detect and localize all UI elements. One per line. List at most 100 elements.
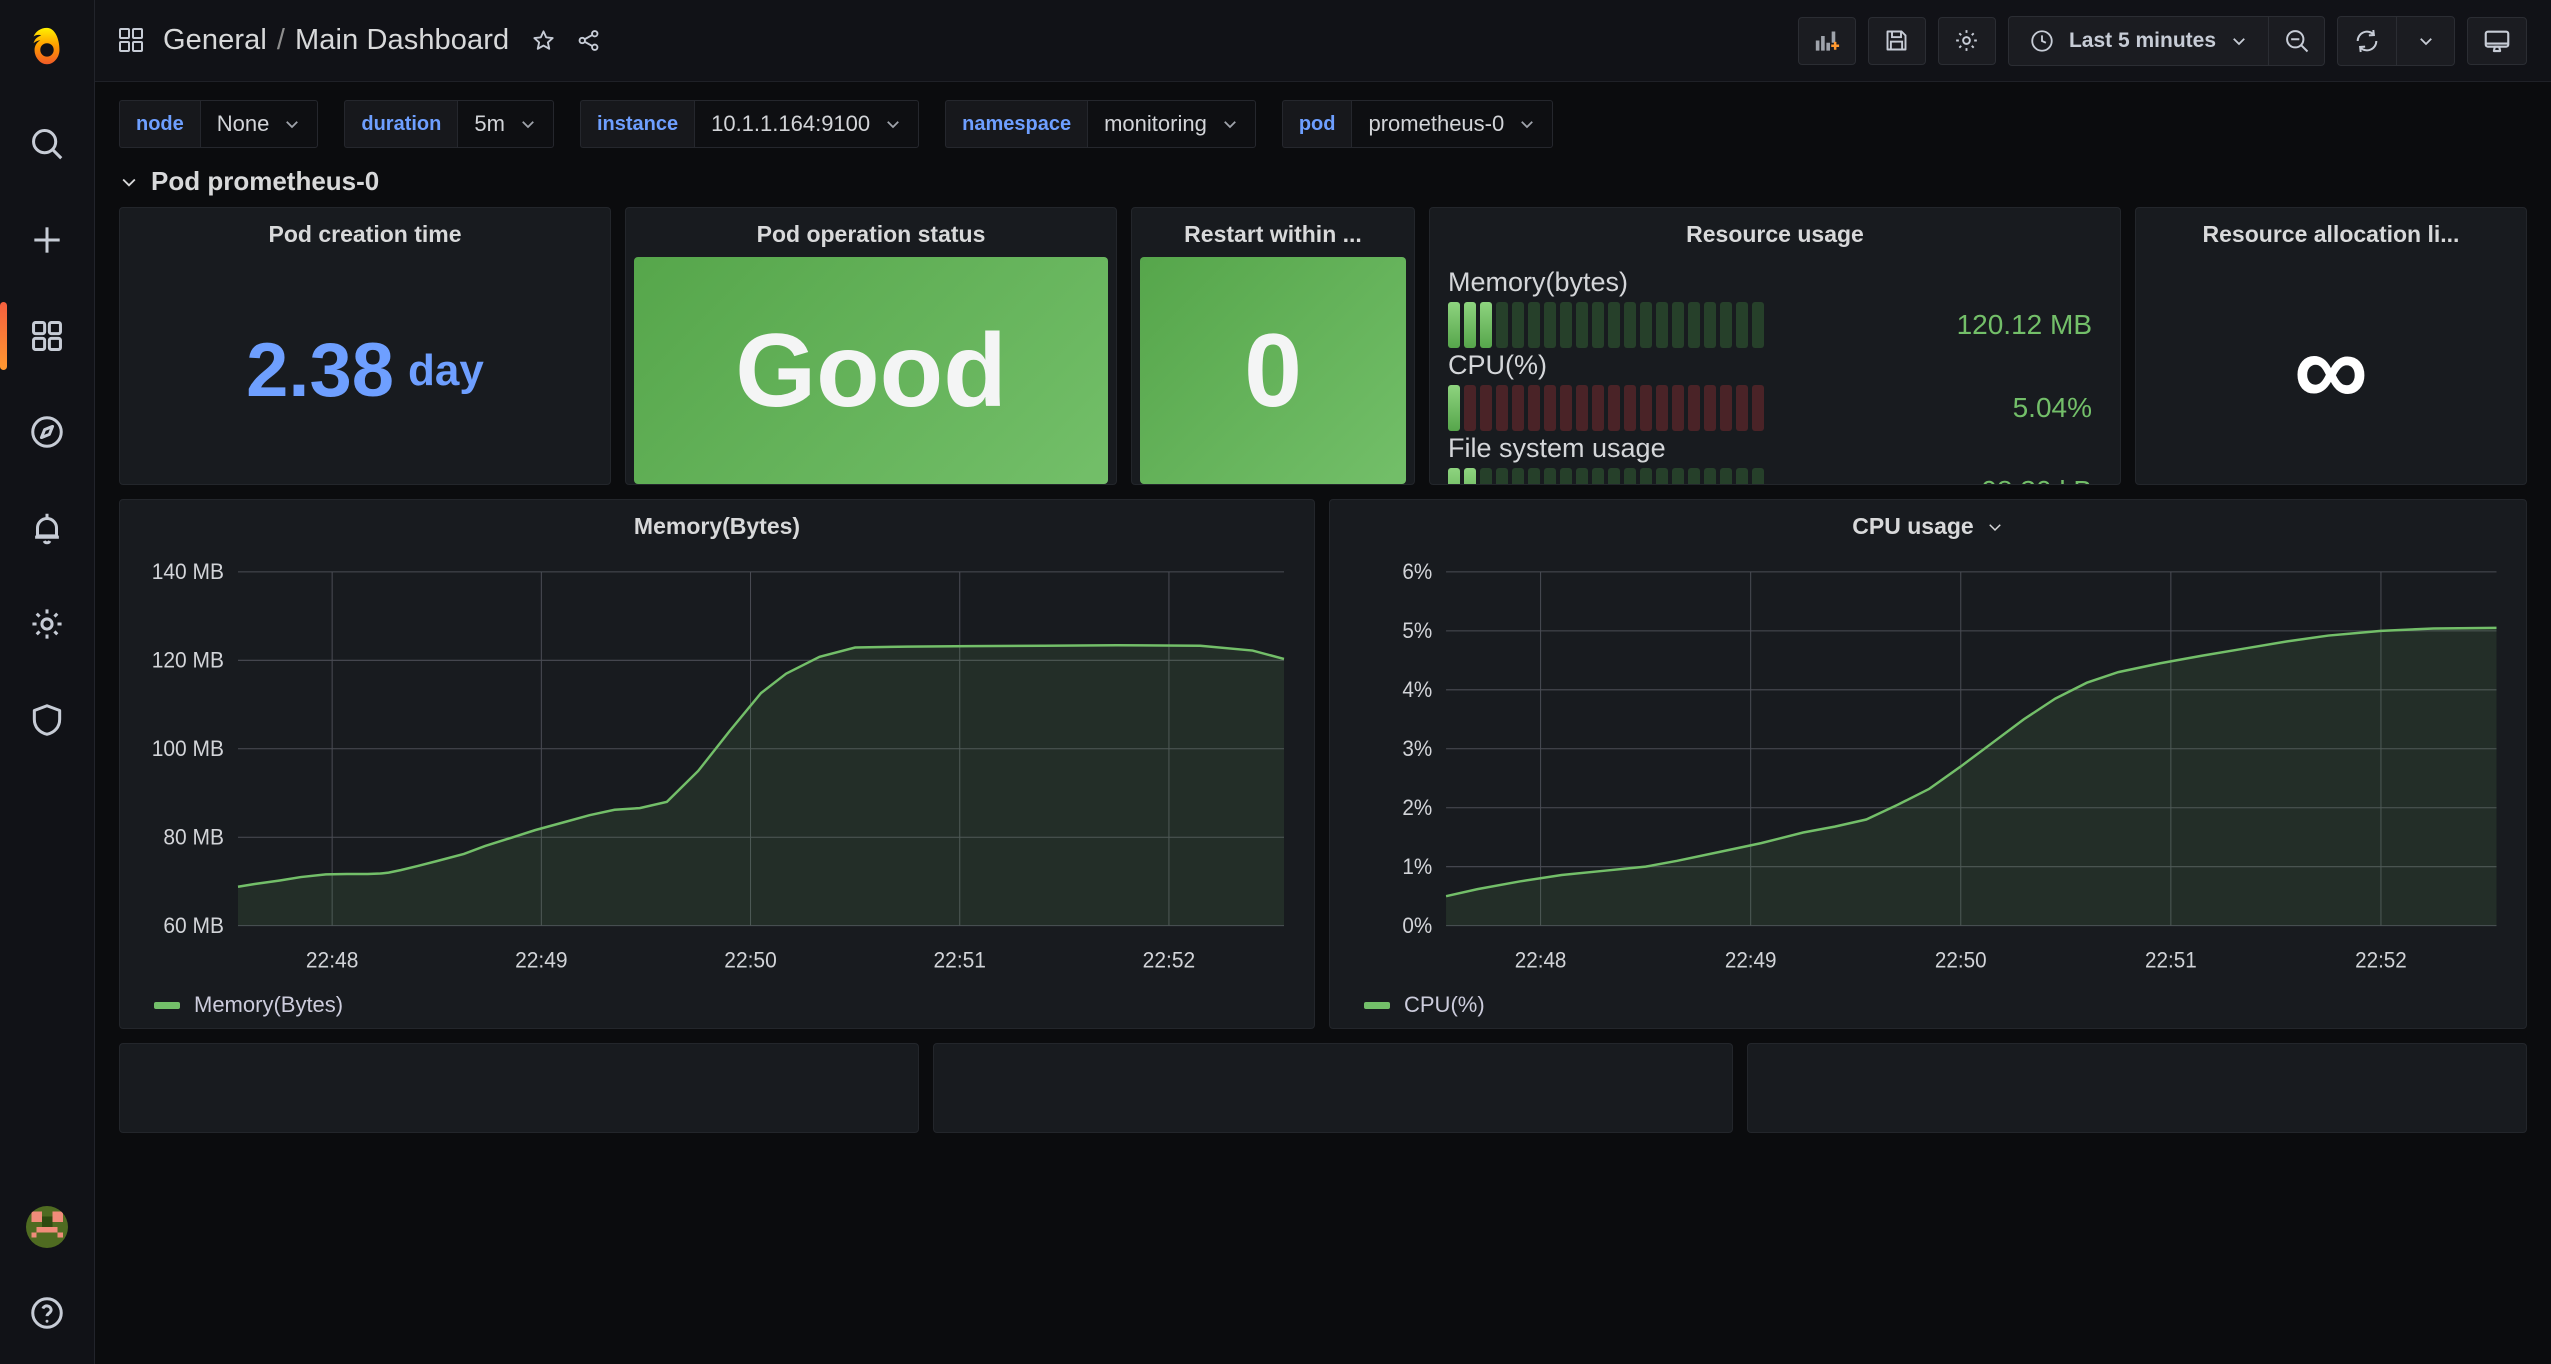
bar-gauge-cell (1624, 468, 1636, 484)
sidebar-item-server-admin[interactable] (0, 672, 95, 768)
sidebar-item-search[interactable] (0, 96, 95, 192)
bar-gauge-cell (1480, 385, 1492, 431)
row-title: Pod prometheus-0 (151, 166, 380, 196)
panel-resource-usage[interactable]: Resource usage Memory(bytes) 120.12 MB C… (1429, 207, 2121, 485)
variable-value-dropdown[interactable]: prometheus-0 (1351, 100, 1554, 148)
bar-gauge-cell (1512, 468, 1524, 484)
x-axis-tick-label: 22:48 (1515, 948, 1567, 973)
panel-memory-bytes[interactable]: Memory(Bytes) 60 MB 80 MB 100 MB 120 MB 140 … (119, 499, 1315, 1029)
compass-icon (31, 416, 63, 448)
plus-icon (34, 227, 60, 253)
legend-color-swatch (1364, 1001, 1390, 1009)
variable-value-dropdown[interactable]: 5m (457, 100, 554, 148)
bar-gauge-list: Memory(bytes) 120.12 MB CPU(%) 5.04% Fil… (1430, 257, 2120, 484)
bar-gauge-cell (1656, 468, 1668, 484)
dashboard-settings-button[interactable] (1937, 16, 1996, 65)
bar-gauge-cell (1512, 302, 1524, 348)
save-dashboard-button[interactable] (1867, 16, 1926, 65)
clock-icon (2031, 29, 2053, 52)
kiosk-mode-button[interactable] (2467, 16, 2527, 65)
chevron-down-icon (1521, 121, 1534, 129)
sidebar-item-create[interactable] (0, 192, 95, 288)
variable-value-dropdown[interactable]: monitoring (1087, 100, 1256, 148)
x-axis-tick-label: 22:51 (2145, 948, 2197, 973)
chevron-down-icon[interactable] (1986, 518, 2004, 536)
bar-gauge-cell (1560, 385, 1572, 431)
refresh-picker (2337, 15, 2455, 66)
y-axis-tick-label: 2% (1402, 795, 1432, 820)
bar-gauge-cell (1672, 302, 1684, 348)
refresh-interval-dropdown[interactable] (2396, 16, 2454, 65)
dashboards-icon (32, 321, 62, 351)
y-axis-tick-label: 4% (1402, 678, 1432, 703)
bell-icon (35, 513, 59, 545)
sidebar-item-alerting[interactable] (0, 480, 95, 576)
bar-gauge-cell (1624, 385, 1636, 431)
panel-cpu-usage[interactable]: CPU usage 0% 1% 2% 3% 4% 5% 6% 22:48 22:49 22:50 2… (1329, 499, 2527, 1029)
panel-partial-2[interactable] (933, 1043, 1733, 1133)
panel-title: Resource usage (1686, 221, 1864, 247)
main-sidebar (0, 0, 95, 1364)
panel-partial-3[interactable] (1747, 1043, 2527, 1133)
timeseries-chart-cpu[interactable]: 0% 1% 2% 3% 4% 5% 6% 22:48 22:49 22:50 22:51 22:52 (1330, 549, 2526, 986)
panel-partial-1[interactable] (119, 1043, 919, 1133)
time-range-picker[interactable]: Last 5 minutes (2007, 15, 2325, 66)
time-range-button[interactable]: Last 5 minutes (2009, 17, 2268, 65)
sidebar-item-configuration[interactable] (0, 576, 95, 672)
bar-gauge-cell (1608, 302, 1620, 348)
y-axis-tick-label: 120 MB (152, 648, 224, 672)
question-circle-icon (31, 1297, 63, 1329)
bar-gauge-cell (1560, 302, 1572, 348)
bar-gauge-cell (1752, 302, 1764, 348)
variable-instance: instance 10.1.1.164:9100 (579, 100, 920, 148)
share-icon[interactable] (576, 28, 601, 53)
bar-gauge-cell (1688, 468, 1700, 484)
avatar[interactable] (26, 1206, 68, 1248)
panel-pod-creation-time[interactable]: Pod creation time 2.38 day (119, 207, 611, 485)
variable-duration: duration 5m (344, 100, 554, 148)
add-panel-button[interactable] (1797, 16, 1856, 65)
add-panel-icon (1816, 31, 1840, 51)
bar-gauge-cell (1464, 385, 1476, 431)
bar-gauge-cell (1528, 468, 1540, 484)
timeseries-chart-memory[interactable]: 60 MB 80 MB 100 MB 120 MB 140 MB 22:48 22:49 22… (120, 549, 1314, 986)
panel-content: Memory(bytes) 120.12 MB CPU(%) 5.04% Fil… (1430, 257, 2120, 484)
sidebar-item-explore[interactable] (0, 384, 95, 480)
variable-value-dropdown[interactable]: None (199, 100, 319, 148)
panel-content: 0 (1132, 257, 1414, 484)
legend-label[interactable]: Memory(Bytes) (194, 992, 343, 1018)
star-icon[interactable] (531, 28, 556, 53)
variable-value: 10.1.1.164:9100 (711, 111, 871, 136)
zoom-out-time-range-button[interactable] (2268, 16, 2324, 65)
sidebar-nav-items (0, 96, 94, 768)
legend-label[interactable]: CPU(%) (1404, 992, 1485, 1018)
grafana-app: General / Main Dashboard Last 5 minutes … (0, 0, 2551, 1364)
grid-row-2: Memory(Bytes) 60 MB 80 MB 100 MB 120 MB 140 … (119, 499, 2527, 1029)
panel-resource-allocation-limit[interactable]: Resource allocation li... ∞ (2135, 207, 2527, 485)
panel-restart-within[interactable]: Restart within ... 0 (1131, 207, 1415, 485)
x-axis-tick-label: 22:49 (1725, 948, 1777, 973)
panel-content: ∞ (2136, 257, 2526, 484)
bar-gauge-cell (1656, 302, 1668, 348)
x-axis-tick-label: 22:51 (933, 948, 986, 972)
refresh-dashboard-button[interactable] (2338, 17, 2396, 65)
chevron-down-icon (122, 178, 136, 187)
dashboard-row-header[interactable]: Pod prometheus-0 (95, 160, 2551, 207)
panel-pod-operation-status[interactable]: Pod operation status Good (625, 207, 1117, 485)
bar-gauge-cell (1656, 385, 1668, 431)
x-axis-tick-label: 22:50 (724, 948, 777, 972)
bar-gauge-value: 98.30 kB (1981, 475, 2102, 484)
variable-value-dropdown[interactable]: 10.1.1.164:9100 (694, 100, 920, 148)
sidebar-item-help[interactable] (0, 1284, 95, 1342)
stat-display: 0 (1140, 257, 1406, 484)
sidebar-item-dashboards[interactable] (0, 288, 95, 384)
breadcrumb-folder[interactable]: General (163, 24, 267, 57)
breadcrumb-dashboard[interactable]: Main Dashboard (295, 24, 509, 57)
panel-title: CPU usage (1330, 500, 2526, 549)
bar-gauge-label: CPU(%) (1448, 350, 1547, 380)
bar-gauge-cell (1544, 385, 1556, 431)
bar-gauge-filesystem: File system usage 98.30 kB (1448, 433, 2102, 484)
grafana-logo[interactable] (0, 0, 94, 96)
bar-gauge-cell (1464, 468, 1476, 484)
variable-pod: pod prometheus-0 (1281, 100, 1554, 148)
